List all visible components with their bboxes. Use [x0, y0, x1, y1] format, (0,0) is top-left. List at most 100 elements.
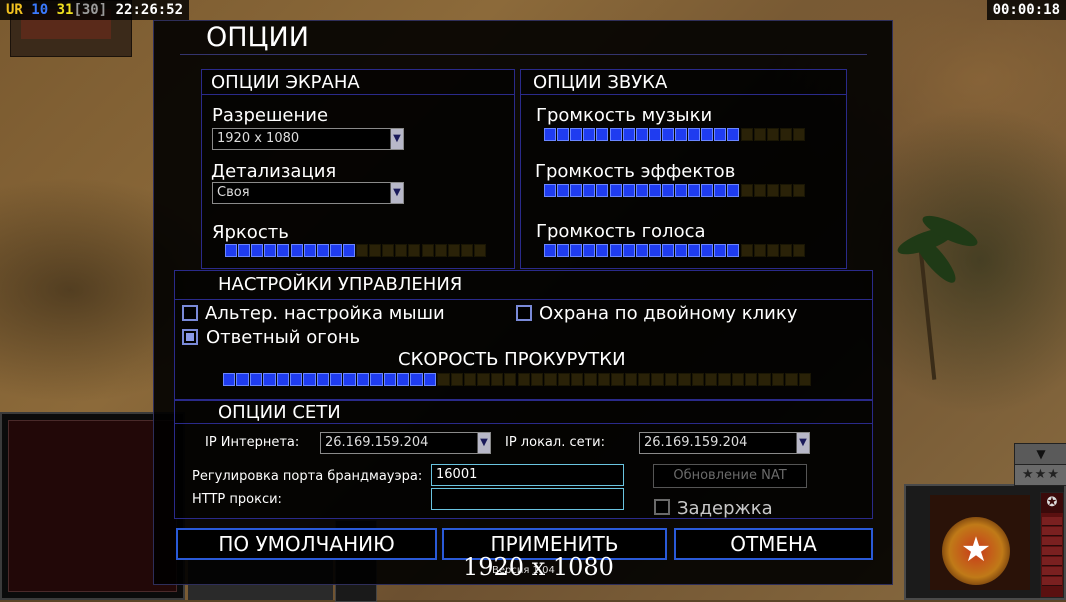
slider-segment [490, 373, 504, 386]
slider-segment [745, 373, 758, 386]
slider-segment [766, 184, 779, 197]
slider-segment [249, 373, 263, 386]
slider-segment [622, 184, 635, 197]
slider-segment [423, 373, 437, 386]
slider-segment [688, 184, 701, 197]
slider-segment [544, 244, 557, 257]
slider-segment [544, 128, 557, 141]
firewall-port-input[interactable]: 16001 [431, 464, 624, 486]
slider-segment [263, 373, 276, 386]
resolution-dropdown[interactable]: 1920 x 1080 ▼ [212, 128, 404, 150]
dialog-title: ОПЦИИ [206, 22, 309, 53]
power-meter: ✪ [1040, 492, 1064, 598]
delay-checkbox[interactable] [654, 499, 670, 515]
slider-segment [447, 244, 460, 257]
internet-ip-dropdown[interactable]: 26.169.159.204 ▼ [320, 432, 491, 454]
brightness-slider[interactable] [225, 244, 487, 258]
slider-segment [544, 184, 557, 197]
slider-segment [303, 244, 316, 257]
slider-segment [678, 373, 691, 386]
slider-segment [611, 373, 624, 386]
sound-options-title: ОПЦИИ ЗВУКА [533, 72, 668, 93]
slider-segment [779, 128, 792, 141]
detail-dropdown[interactable]: Своя ▼ [212, 182, 404, 204]
slider-segment [731, 373, 745, 386]
voice-volume-slider[interactable] [544, 244, 806, 258]
power-meter-segment [1042, 567, 1062, 576]
power-meter-segment [1042, 557, 1062, 566]
slider-segment [792, 128, 805, 141]
effects-volume-slider[interactable] [544, 184, 806, 198]
star-icon: ✪ [1041, 493, 1063, 513]
voice-volume-label: Громкость голоса [536, 221, 706, 242]
slider-segment [369, 244, 382, 257]
slider-segment [740, 244, 753, 257]
slider-segment [477, 373, 490, 386]
slider-segment [758, 373, 771, 386]
retaliation-label: Ответный огонь [206, 327, 361, 348]
http-proxy-label: HTTP прокси: [192, 492, 282, 507]
chevron-down-icon[interactable]: ▼ [477, 433, 490, 453]
rank-stars-icon: ★★★ [1014, 464, 1066, 486]
screen-options-title: ОПЦИИ ЭКРАНА [211, 72, 360, 93]
slider-segment [785, 373, 798, 386]
scroll-speed-label: СКОРОСТЬ ПРОКУРУТКИ [398, 349, 626, 370]
slider-segment [637, 373, 651, 386]
slider-segment [714, 184, 727, 197]
music-volume-label: Громкость музыки [536, 105, 713, 126]
resolution-label: Разрешение [212, 105, 329, 126]
slider-segment [303, 373, 316, 386]
lan-ip-dropdown[interactable]: 26.169.159.204 ▼ [639, 432, 810, 454]
slider-segment [701, 128, 714, 141]
slider-segment [624, 373, 637, 386]
slider-segment [609, 184, 622, 197]
slider-segment [740, 184, 753, 197]
scroll-speed-slider[interactable] [223, 373, 812, 387]
slider-segment [675, 244, 688, 257]
slider-segment [382, 244, 395, 257]
slider-segment [635, 184, 648, 197]
slider-segment [740, 128, 753, 141]
music-volume-slider[interactable] [544, 128, 806, 142]
hud-stat-a: 10 [31, 2, 49, 18]
faction-emblem-icon: ★ [930, 495, 1030, 590]
slider-segment [635, 128, 648, 141]
slider-segment [316, 244, 329, 257]
chevron-down-icon[interactable]: ▼ [796, 433, 809, 453]
slider-segment [330, 373, 343, 386]
slider-segment [343, 373, 356, 386]
slider-segment [450, 373, 463, 386]
defaults-button[interactable]: ПО УМОЛЧАНИЮ [176, 528, 437, 560]
slider-segment [798, 373, 811, 386]
hud-stats-bar: UR 10 31[30] 22:26:52 [0, 0, 190, 20]
double-click-guard-checkbox[interactable] [516, 305, 532, 321]
http-proxy-input[interactable] [431, 488, 624, 510]
slider-segment [421, 244, 434, 257]
slider-segment [792, 184, 805, 197]
slider-segment [356, 373, 370, 386]
chevron-down-icon[interactable]: ▼ [1014, 443, 1066, 465]
retaliation-checkbox[interactable] [182, 329, 198, 345]
chevron-down-icon[interactable]: ▼ [390, 129, 403, 149]
hud-game-timer: 00:00:18 [986, 0, 1066, 20]
slider-segment [316, 373, 330, 386]
slider-segment [437, 373, 450, 386]
hud-tag: UR [6, 2, 23, 18]
slider-segment [635, 244, 648, 257]
power-meter-segment [1042, 527, 1062, 536]
cancel-button[interactable]: ОТМЕНА [674, 528, 873, 560]
slider-segment [517, 373, 530, 386]
slider-segment [753, 184, 766, 197]
slider-segment [701, 184, 714, 197]
double-click-guard-label: Охрана по двойному клику [539, 303, 798, 324]
alt-mouse-checkbox[interactable] [182, 305, 198, 321]
slider-segment [766, 128, 779, 141]
firewall-port-value: 16001 [436, 467, 478, 482]
slider-segment [753, 128, 766, 141]
chevron-down-icon[interactable]: ▼ [390, 183, 403, 203]
slider-segment [609, 128, 622, 141]
slider-segment [727, 128, 740, 141]
update-nat-button[interactable]: Обновление NAT [653, 464, 807, 488]
group-divider [521, 94, 846, 95]
lan-ip-value: 26.169.159.204 [644, 435, 748, 450]
